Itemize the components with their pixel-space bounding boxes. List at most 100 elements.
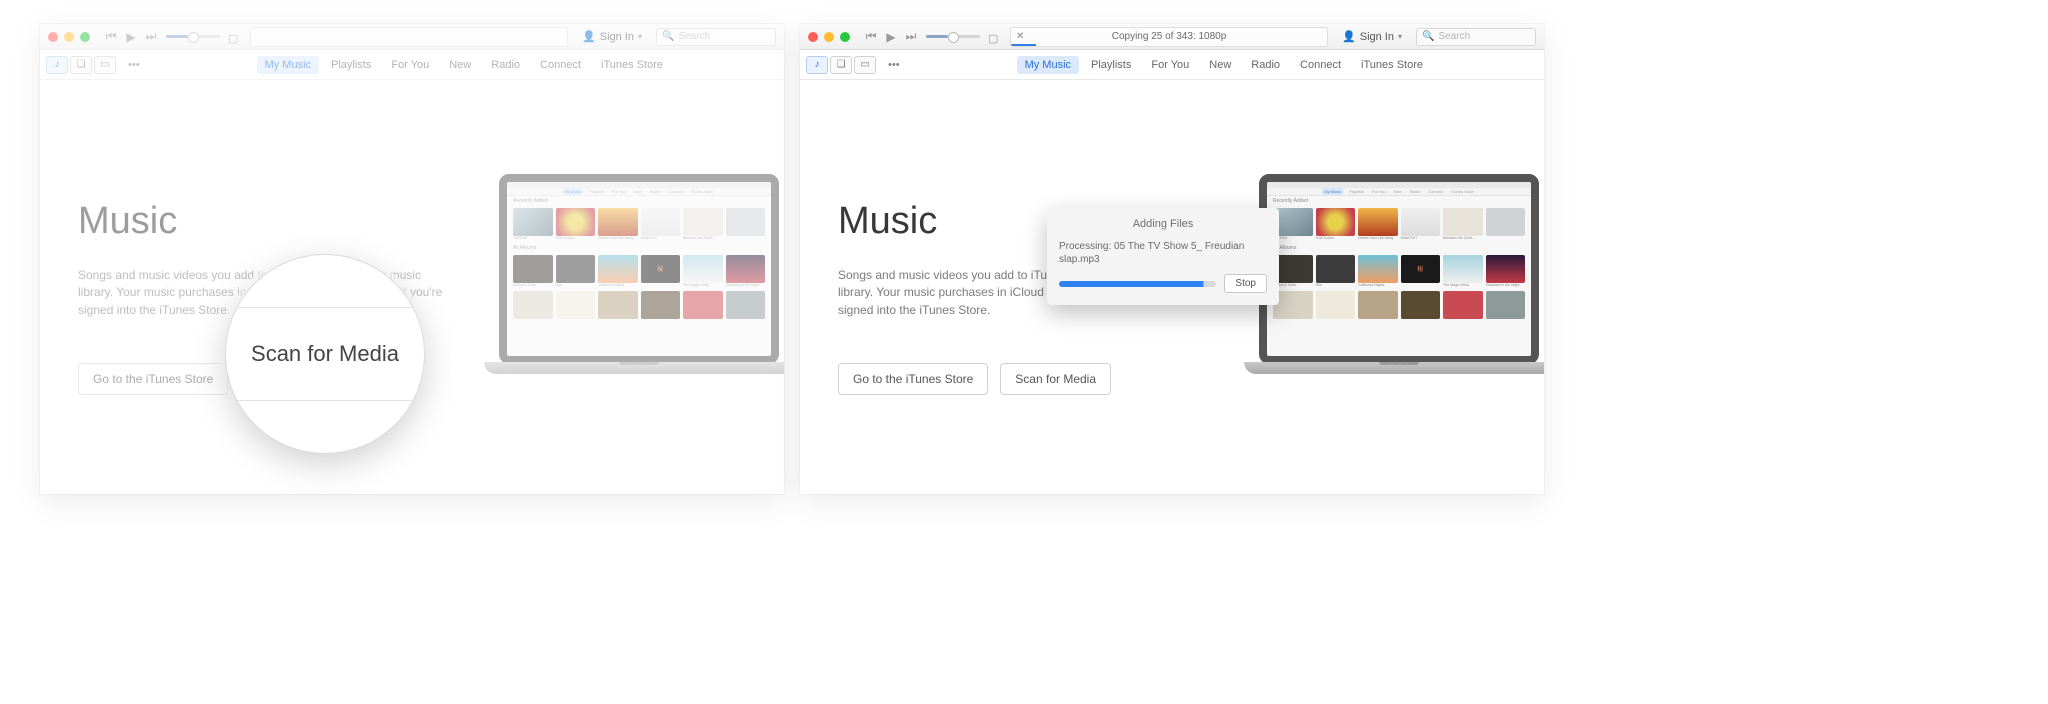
airplay-icon[interactable]: ▢ bbox=[228, 32, 242, 42]
tab-for-you[interactable]: For You bbox=[383, 56, 437, 74]
mock-tab: New bbox=[632, 188, 644, 195]
search-placeholder: Search bbox=[1438, 31, 1470, 42]
scan-for-media-button[interactable]: Scan for Media bbox=[1000, 363, 1111, 395]
mock-tab: My Music bbox=[562, 188, 583, 195]
main-content: Music Songs and music videos you add to … bbox=[40, 80, 784, 494]
music-view-icon[interactable]: ♪ bbox=[46, 56, 68, 74]
minimize-icon[interactable] bbox=[64, 32, 74, 42]
mock-tab: For You bbox=[1370, 188, 1388, 195]
mock-tab: For You bbox=[610, 188, 628, 195]
nav-tabs[interactable]: My Music Playlists For You New Radio Con… bbox=[257, 56, 671, 74]
mock-section-label: Recently Added bbox=[1267, 196, 1531, 206]
signin-label: Sign In bbox=[600, 31, 634, 43]
mock-tab: Radio bbox=[648, 188, 662, 195]
tab-itunes-store[interactable]: iTunes Store bbox=[593, 56, 671, 74]
zoom-icon[interactable] bbox=[840, 32, 850, 42]
more-icon[interactable]: ••• bbox=[122, 59, 146, 71]
airplay-icon[interactable]: ▢ bbox=[988, 32, 1002, 42]
search-placeholder: Search bbox=[678, 31, 710, 42]
signin-menu[interactable]: 👤 Sign In ▾ bbox=[576, 30, 648, 43]
tv-view-icon[interactable]: ▭ bbox=[854, 56, 876, 74]
mock-tab: Playlists bbox=[587, 188, 606, 195]
tab-new[interactable]: New bbox=[441, 56, 479, 74]
mock-section-label: All Albums bbox=[507, 243, 771, 253]
tv-view-icon[interactable]: ▭ bbox=[94, 56, 116, 74]
magnifier-callout: Scan for Media bbox=[225, 254, 425, 454]
tab-radio[interactable]: Radio bbox=[483, 56, 528, 74]
search-icon: 🔍 bbox=[662, 31, 674, 42]
tab-playlists[interactable]: Playlists bbox=[1083, 56, 1139, 74]
signin-menu[interactable]: 👤 Sign In ▾ bbox=[1336, 30, 1408, 43]
go-to-store-button[interactable]: Go to the iTunes Store bbox=[838, 363, 988, 395]
nav-tabs[interactable]: My Music Playlists For You New Radio Con… bbox=[1017, 56, 1431, 74]
person-icon: 👤 bbox=[582, 30, 596, 43]
close-icon[interactable] bbox=[48, 32, 58, 42]
macbook-label: MacBook bbox=[1244, 364, 1544, 370]
play-icon[interactable]: ▶ bbox=[884, 30, 898, 44]
tab-radio[interactable]: Radio bbox=[1243, 56, 1288, 74]
close-icon[interactable] bbox=[808, 32, 818, 42]
tab-itunes-store[interactable]: iTunes Store bbox=[1353, 56, 1431, 74]
movies-view-icon[interactable]: ❏ bbox=[830, 56, 852, 74]
macbook-label: MacBook bbox=[484, 364, 784, 370]
zoom-icon[interactable] bbox=[80, 32, 90, 42]
tab-my-music[interactable]: My Music bbox=[257, 56, 319, 74]
movies-view-icon[interactable]: ❏ bbox=[70, 56, 92, 74]
signin-label: Sign In bbox=[1360, 31, 1394, 43]
mock-tab: Connect bbox=[1426, 188, 1445, 195]
tab-new[interactable]: New bbox=[1201, 56, 1239, 74]
mock-section-label: All Albums bbox=[1267, 243, 1531, 253]
go-to-store-button[interactable]: Go to the iTunes Store bbox=[78, 363, 228, 395]
tab-playlists[interactable]: Playlists bbox=[323, 56, 379, 74]
lcd-display: ✕ Copying 25 of 343: 1080p bbox=[1010, 27, 1328, 47]
next-icon[interactable]: ⏭ bbox=[904, 29, 918, 44]
tab-connect[interactable]: Connect bbox=[1292, 56, 1349, 74]
next-icon[interactable]: ⏭ bbox=[144, 29, 158, 44]
stop-button[interactable]: Stop bbox=[1224, 274, 1267, 293]
chevron-down-icon: ▾ bbox=[638, 32, 642, 41]
adding-files-dialog: Adding Files Processing: 05 The TV Show … bbox=[1047, 208, 1279, 305]
tab-strip: ♪ ❏ ▭ ••• My Music Playlists For You New… bbox=[800, 50, 1544, 80]
mock-tab: iTunes Store bbox=[689, 188, 716, 195]
volume-slider[interactable] bbox=[926, 35, 980, 38]
titlebar: ⏮ ▶ ⏭ ▢ 👤 Sign In ▾ 🔍 Search bbox=[40, 24, 784, 50]
cancel-copy-icon[interactable]: ✕ bbox=[1016, 31, 1024, 42]
playback-controls[interactable]: ⏮ ▶ ⏭ bbox=[104, 29, 158, 44]
search-input[interactable]: 🔍 Search bbox=[1416, 28, 1536, 46]
search-icon: 🔍 bbox=[1422, 31, 1434, 42]
tab-strip: ♪ ❏ ▭ ••• My Music Playlists For You New… bbox=[40, 50, 784, 80]
prev-icon[interactable]: ⏮ bbox=[864, 29, 878, 44]
dialog-processing-text: Processing: 05 The TV Show 5_ Freudian s… bbox=[1059, 240, 1267, 266]
mock-tab: iTunes Store bbox=[1449, 188, 1476, 195]
magnifier-text: Scan for Media bbox=[251, 341, 399, 367]
lcd-status-text: Copying 25 of 343: 1080p bbox=[1112, 31, 1227, 42]
mock-tab: New bbox=[1392, 188, 1404, 195]
prev-icon[interactable]: ⏮ bbox=[104, 29, 118, 44]
media-type-selector[interactable]: ♪ ❏ ▭ bbox=[806, 56, 876, 74]
dialog-title: Adding Files bbox=[1059, 218, 1267, 230]
tab-for-you[interactable]: For You bbox=[1143, 56, 1197, 74]
mock-tab: Playlists bbox=[1347, 188, 1366, 195]
macbook-illustration: My Music Playlists For You New Radio Con… bbox=[484, 174, 784, 494]
window-traffic-lights[interactable] bbox=[48, 32, 96, 42]
tab-connect[interactable]: Connect bbox=[532, 56, 589, 74]
mock-tab: My Music bbox=[1322, 188, 1343, 195]
music-view-icon[interactable]: ♪ bbox=[806, 56, 828, 74]
titlebar: ⏮ ▶ ⏭ ▢ ✕ Copying 25 of 343: 1080p 👤 Sig… bbox=[800, 24, 1544, 50]
lcd-progress-bar bbox=[1011, 44, 1036, 46]
media-type-selector[interactable]: ♪ ❏ ▭ bbox=[46, 56, 116, 74]
itunes-window-left: ⏮ ▶ ⏭ ▢ 👤 Sign In ▾ 🔍 Search ♪ ❏ ▭ ••• M… bbox=[40, 24, 784, 494]
mock-section-label: Recently Added bbox=[507, 196, 771, 206]
mock-tab: Radio bbox=[1408, 188, 1422, 195]
playback-controls[interactable]: ⏮ ▶ ⏭ bbox=[864, 29, 918, 44]
more-icon[interactable]: ••• bbox=[882, 59, 906, 71]
tab-my-music[interactable]: My Music bbox=[1017, 56, 1079, 74]
play-icon[interactable]: ▶ bbox=[124, 30, 138, 44]
search-input[interactable]: 🔍 Search bbox=[656, 28, 776, 46]
mock-tab: Connect bbox=[666, 188, 685, 195]
minimize-icon[interactable] bbox=[824, 32, 834, 42]
lcd-display bbox=[250, 27, 568, 47]
window-traffic-lights[interactable] bbox=[808, 32, 856, 42]
volume-slider[interactable] bbox=[166, 35, 220, 38]
macbook-illustration: My Music Playlists For You New Radio Con… bbox=[1244, 174, 1544, 494]
